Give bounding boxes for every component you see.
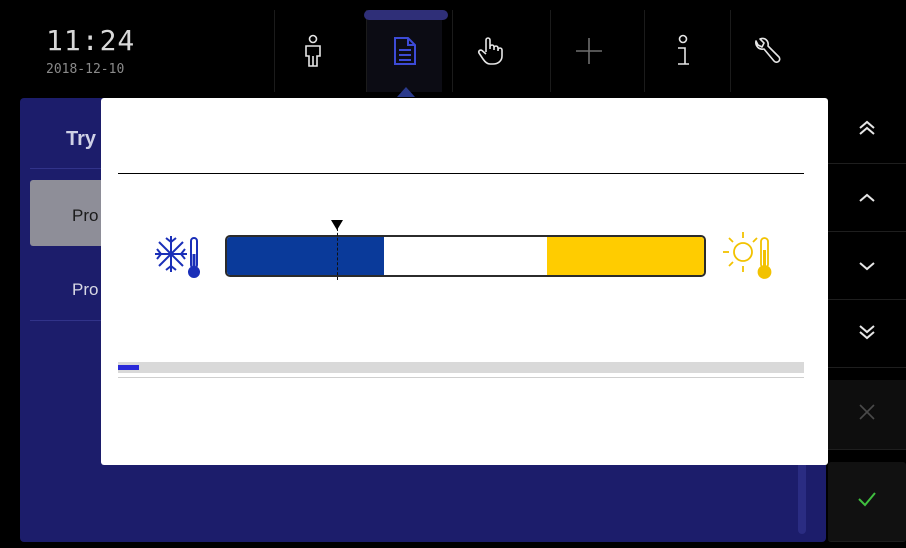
page-down-button[interactable] <box>828 302 906 368</box>
cold-segment <box>227 237 385 275</box>
double-chevron-down-icon <box>858 324 876 345</box>
checkmark-icon <box>857 491 877 512</box>
close-icon <box>858 403 876 426</box>
progress-divider <box>118 377 804 378</box>
hot-segment <box>546 237 704 275</box>
plus-icon <box>574 36 604 66</box>
wrench-icon <box>754 36 784 66</box>
clock-time: 11:24 <box>46 24 136 57</box>
temperature-marker-line <box>336 228 338 280</box>
snowflake-thermometer-icon <box>153 232 203 285</box>
scroll-down-button[interactable] <box>828 234 906 300</box>
temperature-marker <box>330 220 343 230</box>
tab-programs[interactable] <box>366 10 442 92</box>
scroll-up-button[interactable] <box>828 166 906 232</box>
active-tab-caret <box>397 87 415 97</box>
hand-pointer-icon <box>477 36 505 66</box>
double-chevron-up-icon <box>858 120 876 141</box>
clock-date: 2018-12-10 <box>46 62 125 77</box>
clock: 11:24 2018-12-10 <box>46 24 136 78</box>
tab-manual[interactable] <box>452 10 528 92</box>
temperature-scale <box>225 235 706 277</box>
temperature-dialog <box>101 98 828 465</box>
tab-add[interactable] <box>550 10 626 92</box>
tab-service[interactable] <box>730 10 806 92</box>
cancel-button[interactable] <box>828 380 906 450</box>
top-bar: 11:24 2018-12-10 <box>0 0 906 98</box>
progress-fill <box>118 365 139 370</box>
person-icon <box>301 34 325 68</box>
tab-user[interactable] <box>274 10 350 92</box>
progress-bar <box>118 362 804 373</box>
active-tab-indicator <box>364 10 448 20</box>
sun-thermometer-icon <box>721 228 777 285</box>
chevron-up-icon <box>858 190 876 208</box>
confirm-button[interactable] <box>828 462 906 542</box>
page-up-button[interactable] <box>828 98 906 164</box>
document-icon <box>392 36 418 66</box>
panel-title: Try <box>66 128 97 150</box>
dialog-title-divider <box>118 173 804 174</box>
right-sidebar <box>828 98 906 548</box>
tab-info[interactable] <box>644 10 720 92</box>
info-icon <box>673 34 693 68</box>
scrollbar[interactable] <box>798 458 806 534</box>
chevron-down-icon <box>858 258 876 276</box>
